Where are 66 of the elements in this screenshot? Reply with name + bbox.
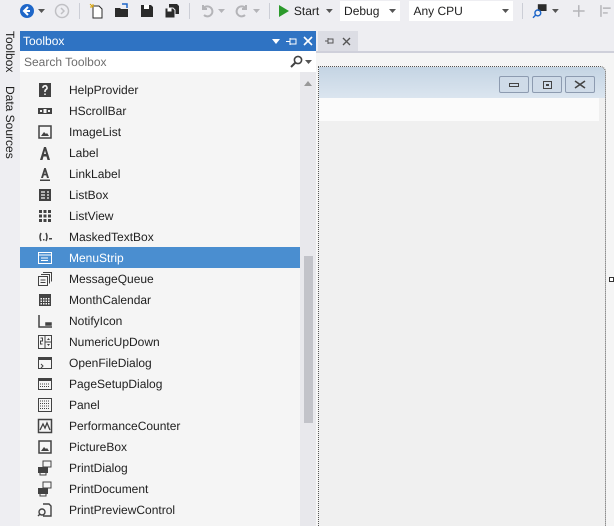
caret-icon[interactable] (502, 8, 509, 12)
toolbox-item[interactable]: Panel (20, 394, 300, 415)
device-search-icon[interactable] (532, 2, 548, 18)
close-icon (574, 80, 586, 89)
caret-icon[interactable] (389, 8, 396, 12)
minimize-icon (509, 82, 519, 86)
dropdown-caret-icon[interactable] (272, 38, 280, 44)
play-icon (278, 4, 289, 16)
printer-icon (36, 480, 52, 496)
toolbox-item[interactable]: PerformanceCounter (20, 415, 300, 436)
caret-icon[interactable] (305, 60, 312, 64)
toolbox-item[interactable]: PrintDialog (20, 457, 300, 478)
line-chart-icon (36, 418, 52, 434)
caret-icon[interactable] (38, 8, 45, 12)
spinner-icon (36, 334, 52, 350)
pin-icon[interactable] (325, 37, 334, 45)
panel-title: Toolbox (23, 33, 64, 50)
toolbox-item[interactable]: MaskedTextBox (20, 226, 300, 247)
grid-icon (36, 396, 52, 412)
toolbox-item[interactable]: ImageList (20, 121, 300, 142)
document-tab[interactable] (318, 31, 358, 51)
picture-icon (36, 124, 52, 140)
toolbox-item[interactable]: MessageQueue (20, 268, 300, 289)
picture-icon (36, 438, 52, 454)
dot-grid-icon (36, 208, 52, 224)
close-icon[interactable] (342, 36, 351, 46)
search-icon[interactable] (290, 55, 303, 68)
resize-handle[interactable] (609, 277, 614, 282)
side-tab[interactable]: Toolbox (2, 31, 18, 72)
toolbox-item[interactable]: ListView (20, 205, 300, 226)
calendar-icon (36, 292, 52, 308)
question-mark-icon (36, 82, 52, 98)
toolbox-item[interactable]: NotifyIcon (20, 310, 300, 331)
toolbox-item[interactable]: MonthCalendar (20, 289, 300, 310)
toolbox-item[interactable]: LinkLabel (20, 163, 300, 184)
toolbox-item[interactable]: PrintDocument (20, 478, 300, 499)
stacked-windows-icon (36, 270, 52, 286)
toolbox-item[interactable]: PageSetupDialog (20, 373, 300, 394)
list-icon (36, 186, 52, 202)
toolbox-item[interactable]: OpenFileDialog (20, 352, 300, 373)
magnifier-page-icon (36, 502, 52, 518)
menu-window-icon (36, 250, 52, 266)
side-tab[interactable]: Data Sources (2, 86, 18, 160)
toolbox-item[interactable]: ListBox (20, 184, 300, 205)
scroll-thumb[interactable] (304, 256, 312, 423)
printer-icon (36, 460, 52, 476)
toolbox-item[interactable]: HelpProvider (20, 79, 300, 100)
tray-corner-icon (36, 312, 52, 328)
close-button[interactable] (565, 76, 595, 93)
toolbox-item[interactable]: HScrollBar (20, 100, 300, 121)
search-field[interactable]: Search Toolbox (20, 51, 316, 72)
window-icon (36, 376, 52, 392)
maximize-icon (542, 80, 552, 88)
minimize-button[interactable] (499, 76, 529, 93)
configuration-dropdown[interactable]: Debug (340, 0, 400, 20)
caret-icon[interactable] (552, 8, 559, 12)
caret-icon[interactable] (326, 8, 334, 12)
toolbox-item[interactable]: NumericUpDown (20, 331, 300, 352)
dialog-window-icon (36, 354, 52, 370)
maximize-button[interactable] (532, 76, 562, 93)
platform-dropdown[interactable]: Any CPU (409, 0, 513, 20)
toolbox-item[interactable]: Label (20, 142, 300, 163)
scrollbar[interactable] (300, 72, 316, 526)
toolbox-item[interactable]: PictureBox (20, 436, 300, 457)
toolbox-item[interactable]: PrintPreviewControl (20, 499, 300, 520)
start-button[interactable]: Start (276, 2, 322, 20)
